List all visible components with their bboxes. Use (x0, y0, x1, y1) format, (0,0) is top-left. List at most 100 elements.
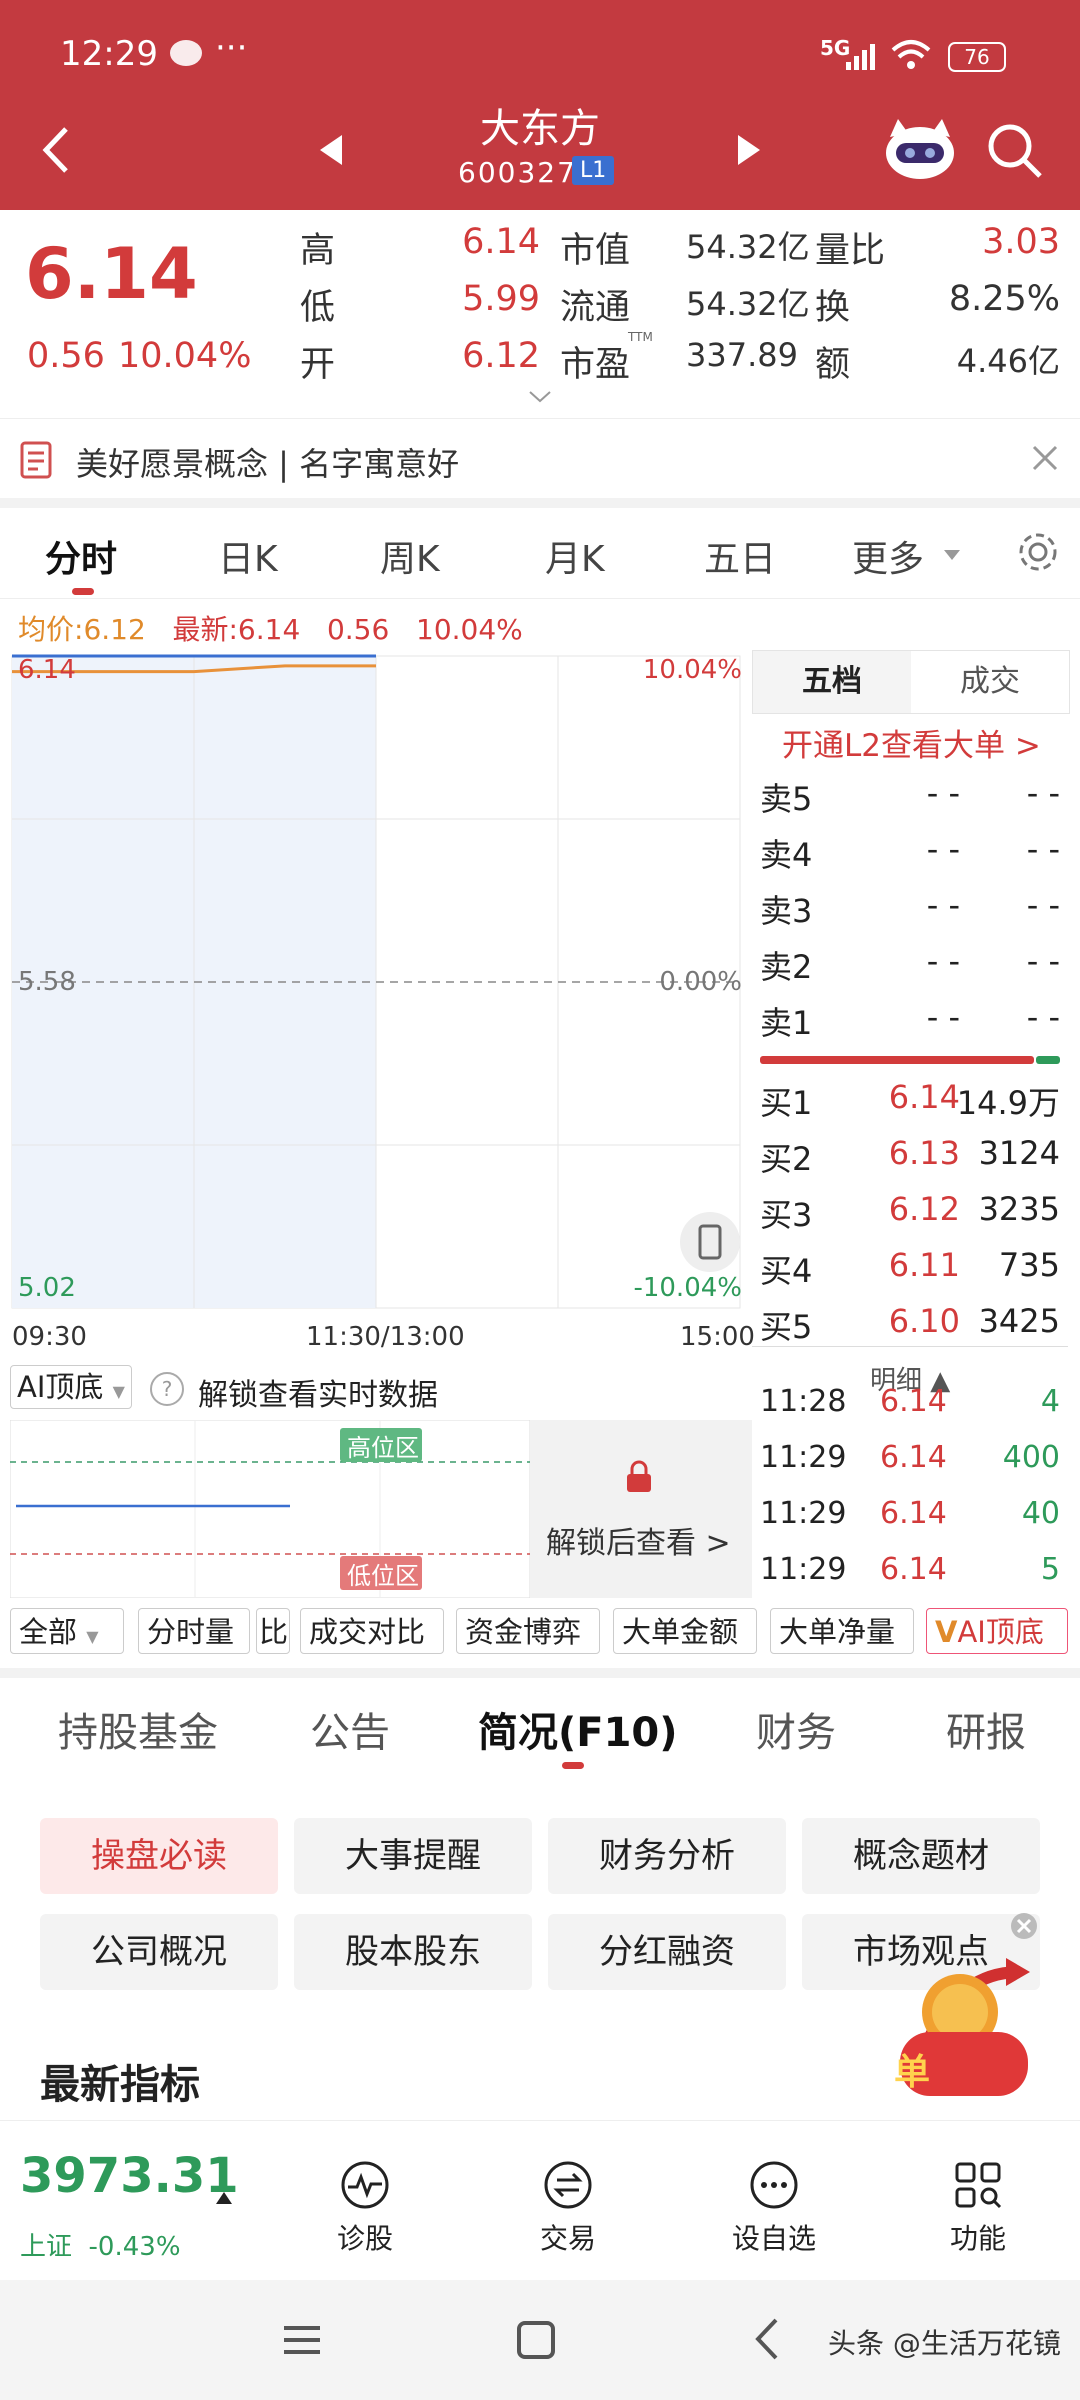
btn-concepts[interactable]: 概念题材 (802, 1818, 1040, 1894)
btn-dividends[interactable]: 分红融资 (548, 1914, 786, 1990)
turnover-label: 换 (815, 288, 851, 328)
tab-five-day[interactable]: 五日 (704, 530, 776, 582)
volume-ratio-label: 量比 (815, 231, 886, 271)
level-badge: L1 (572, 156, 615, 185)
tab-orderbook[interactable]: 五档 (753, 651, 911, 713)
btn-events[interactable]: 大事提醒 (294, 1818, 532, 1894)
x-tick-close: 15:00 (680, 1322, 755, 1352)
nav-functions[interactable]: 功能 (918, 2160, 1038, 2257)
ai-unlock-text: 解锁查看实时数据 (198, 1378, 438, 1413)
price-change-pct: 10.04% (118, 336, 252, 376)
chip-large-order-net[interactable]: 大单净量 (770, 1608, 914, 1654)
tab-more[interactable]: 更多 (852, 530, 924, 582)
chip-fund-game[interactable]: 资金博弈 (456, 1608, 600, 1654)
ai-unlock-panel[interactable]: 解锁后查看 > (530, 1420, 752, 1598)
unlock-button[interactable]: 解锁后查看 > (546, 1518, 731, 1562)
chip-large-order-amount[interactable]: 大单金额 (613, 1608, 757, 1654)
sell-level-row: 卖2- -- - (760, 942, 1060, 986)
floating-promo-icon[interactable]: 单 (880, 1912, 1040, 2112)
expand-chevron-icon[interactable] (528, 390, 552, 404)
svg-text:单: 单 (894, 2052, 930, 2093)
caret-down-icon (944, 550, 960, 560)
index-label-row: 上证 -0.43% (20, 2226, 181, 2263)
prev-stock-icon[interactable] (318, 133, 346, 167)
pe-label: 市盈 (560, 345, 631, 385)
index-name: 上证 (20, 2232, 73, 2262)
avg-value: 6.12 (83, 613, 146, 646)
battery-icon: 76 (948, 42, 1006, 72)
latest-label: 最新: (172, 613, 238, 646)
minute-chart[interactable]: 6.14 5.58 5.02 10.04% 0.00% -10.04% (0, 650, 750, 1310)
btn-financial-analysis[interactable]: 财务分析 (548, 1818, 786, 1894)
sell-ratio-bar (760, 1056, 1034, 1064)
chip-minute-volume[interactable]: 分时量 (138, 1608, 250, 1654)
y-tick-left: 6.14 (18, 655, 76, 685)
minute-summary: 均价:6.12 最新:6.14 0.56 10.04% (18, 608, 523, 648)
settings-gear-icon[interactable] (1016, 530, 1060, 574)
system-back-icon[interactable] (752, 2316, 782, 2362)
tab-holding-funds[interactable]: 持股基金 (58, 1700, 218, 1758)
volume-ratio-value: 3.03 (982, 222, 1060, 262)
float-cap-label: 流通 (560, 288, 631, 328)
back-icon[interactable] (40, 125, 74, 175)
concept-text: 美好愿景概念 | 名字寓意好 (76, 445, 460, 483)
index-value[interactable]: 3973.31 (20, 2148, 239, 2204)
chip-ratio-clipped[interactable]: 比 (256, 1608, 290, 1654)
float-cap-value: 54.32亿 (686, 285, 810, 323)
home-icon[interactable] (516, 2320, 556, 2360)
app-header: 12:29 ··· 5G 76 大东方 600327 L1 (0, 0, 1080, 210)
latest-change: 0.56 (326, 613, 390, 646)
y-tick-right: 0.00% (659, 967, 742, 997)
buy-level-row: 买5 6.10 3425 (760, 1302, 1060, 1346)
menu-icon[interactable] (282, 2320, 322, 2360)
open-value: 6.12 (462, 336, 540, 376)
chart-tabs: 分时 日K 周K 月K 五日 更多 (0, 508, 1080, 598)
search-icon[interactable] (986, 122, 1044, 180)
buy-level-row: 买4 6.11 735 (760, 1246, 1060, 1290)
current-price: 6.14 (25, 233, 198, 315)
tab-minute[interactable]: 分时 (45, 530, 117, 582)
tab-financials[interactable]: 财务 (756, 1700, 836, 1758)
close-icon[interactable] (1030, 443, 1060, 473)
nav-trade[interactable]: 交易 (508, 2160, 628, 2257)
pe-ttm-sup: TTM (628, 330, 653, 344)
sell-level-row: 卖4- -- - (760, 830, 1060, 874)
x-tick-midday: 11:30/13:00 (306, 1322, 465, 1352)
tab-announcements[interactable]: 公告 (310, 1700, 390, 1758)
robot-assistant-icon[interactable] (880, 115, 960, 185)
concept-banner[interactable]: 美好愿景概念 | 名字寓意好 (0, 418, 1080, 499)
watermark-text: 头条 @生活万花镜 (828, 2327, 1061, 2360)
nav-diagnose[interactable]: 诊股 (305, 2160, 425, 2257)
nav-add-watchlist[interactable]: 设自选 (714, 2160, 834, 2257)
next-stock-icon[interactable] (734, 133, 762, 167)
rotate-screen-icon[interactable] (680, 1212, 740, 1272)
tab-f10-profile[interactable]: 简况(F10) (478, 1700, 678, 1758)
ai-dropdown[interactable]: AI顶底 ▼ (10, 1365, 132, 1409)
buy-ratio-bar (1036, 1056, 1060, 1064)
document-icon (20, 441, 52, 479)
btn-shareholders[interactable]: 股本股东 (294, 1914, 532, 1990)
tab-day-k[interactable]: 日K (218, 530, 278, 582)
chip-volume-compare[interactable]: 成交对比 (300, 1608, 444, 1654)
btn-company-overview[interactable]: 公司概况 (40, 1914, 278, 1990)
btn-trading-guide[interactable]: 操盘必读 (40, 1818, 278, 1894)
ai-dropdown-label: AI顶底 (17, 1370, 104, 1404)
help-icon[interactable]: ? (150, 1372, 184, 1406)
tab-trades[interactable]: 成交 (911, 651, 1069, 713)
chip-all[interactable]: 全部 ▼ (10, 1608, 124, 1654)
lock-icon (627, 1460, 651, 1492)
tab-month-k[interactable]: 月K (545, 530, 605, 582)
price-change: 0.56 (27, 336, 105, 376)
l2-upgrade-link[interactable]: 开通L2查看大单 > (782, 720, 1041, 765)
tab-active-indicator (72, 588, 94, 595)
chip-ai-top-bottom[interactable]: VAI顶底 (926, 1608, 1068, 1654)
more-dots-icon (750, 2161, 798, 2209)
tab-research[interactable]: 研报 (946, 1700, 1026, 1758)
low-zone-label: 低位区 (347, 1562, 419, 1590)
nav-add-watchlist-label: 设自选 (731, 2222, 816, 2255)
nav-functions-label: 功能 (949, 2222, 1006, 2255)
pe-value: 337.89 (686, 336, 798, 374)
section-title: 最新指标 (40, 2062, 200, 2108)
tab-week-k[interactable]: 周K (380, 530, 440, 582)
buy-level-row: 买1 6.14 14.9万 (760, 1078, 1060, 1122)
